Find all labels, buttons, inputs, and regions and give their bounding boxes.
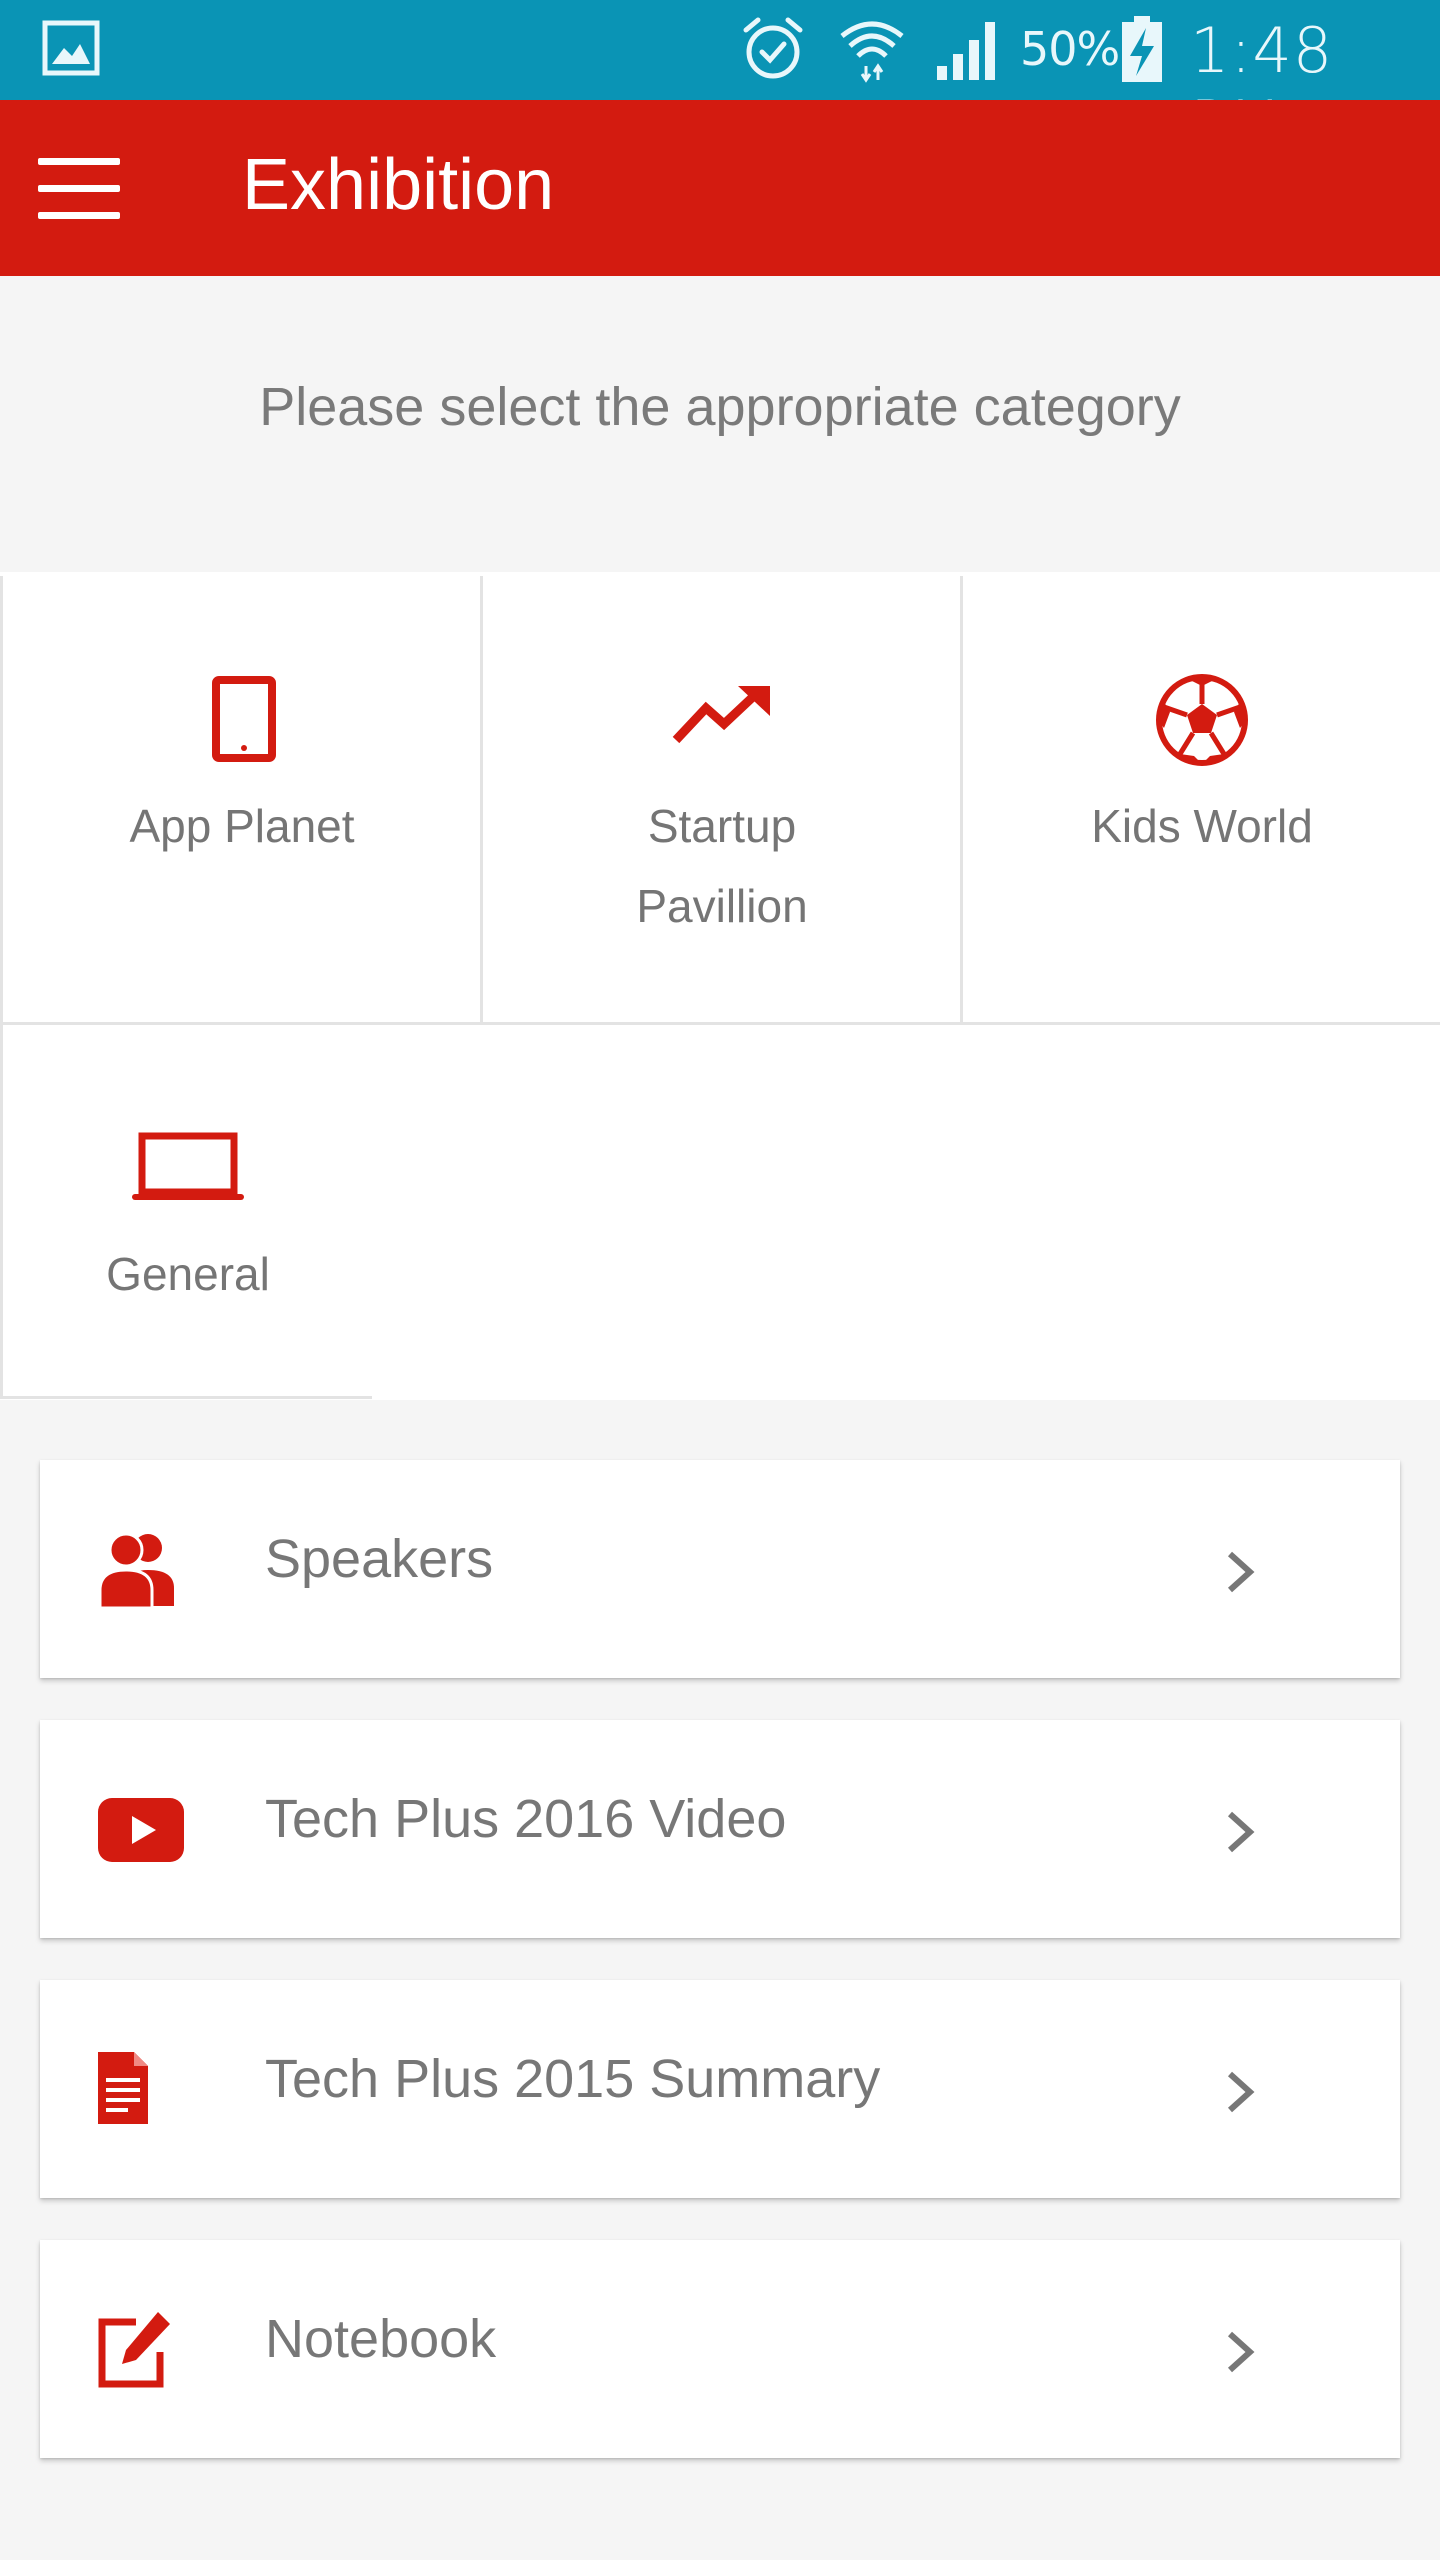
menu-item-speakers[interactable]: Speakers	[40, 1460, 1400, 1678]
app-bar: Exhibition	[0, 100, 1440, 276]
menu-item-label: Notebook	[265, 2309, 497, 2369]
grid-divider	[0, 1022, 1440, 1025]
chevron-right-icon	[1227, 2071, 1255, 2113]
category-general[interactable]: General	[4, 1026, 372, 1398]
edit-icon	[98, 2312, 170, 2388]
chevron-right-icon	[1227, 1551, 1255, 1593]
signal-icon	[937, 22, 995, 80]
grid-divider	[0, 1396, 372, 1399]
grid-divider	[0, 576, 3, 1398]
category-label: Kids World	[1091, 800, 1313, 852]
grid-divider	[480, 576, 483, 1022]
category-app-planet[interactable]: App Planet	[4, 576, 480, 1022]
wifi-icon	[840, 21, 904, 83]
menu-item-notebook[interactable]: Notebook	[40, 2240, 1400, 2458]
hamburger-menu-icon[interactable]	[38, 158, 122, 220]
menu-item-summary[interactable]: Tech Plus 2015 Summary	[40, 1980, 1400, 2198]
menu-item-label: Tech Plus 2015 Summary	[265, 2049, 881, 2109]
document-icon	[98, 2052, 148, 2124]
menu-item-video[interactable]: Tech Plus 2016 Video	[40, 1720, 1400, 1938]
category-label: App Planet	[129, 800, 355, 852]
people-icon	[98, 1532, 174, 1610]
alarm-icon	[743, 17, 803, 79]
youtube-icon	[98, 1798, 184, 1862]
battery-percent: 50%	[1020, 22, 1120, 76]
tablet-icon	[212, 676, 276, 762]
category-label: General	[106, 1248, 270, 1300]
trending-up-icon	[672, 686, 770, 744]
category-startup-pavillion[interactable]: Startup Pavillion	[484, 576, 960, 1022]
battery-charging-icon	[1122, 16, 1162, 82]
page-title: Exhibition	[242, 145, 555, 225]
category-kids-world[interactable]: Kids World	[964, 576, 1440, 1022]
instruction-text: Please select the appropriate category	[259, 377, 1181, 437]
category-label-line1: Startup	[647, 800, 797, 852]
menu-item-label: Tech Plus 2016 Video	[265, 1789, 787, 1849]
status-bar: 50% 1:48 PM	[0, 0, 1440, 160]
category-grid: App Planet Startup Pavillion Kids World …	[0, 572, 1440, 1400]
category-label-line2: Pavillion	[636, 880, 808, 932]
menu-item-label: Speakers	[265, 1529, 494, 1589]
laptop-icon	[132, 1132, 244, 1200]
soccer-ball-icon	[1156, 674, 1248, 766]
gallery-icon	[42, 20, 100, 76]
chevron-right-icon	[1227, 2331, 1255, 2373]
grid-divider	[960, 576, 963, 1022]
chevron-right-icon	[1227, 1811, 1255, 1853]
